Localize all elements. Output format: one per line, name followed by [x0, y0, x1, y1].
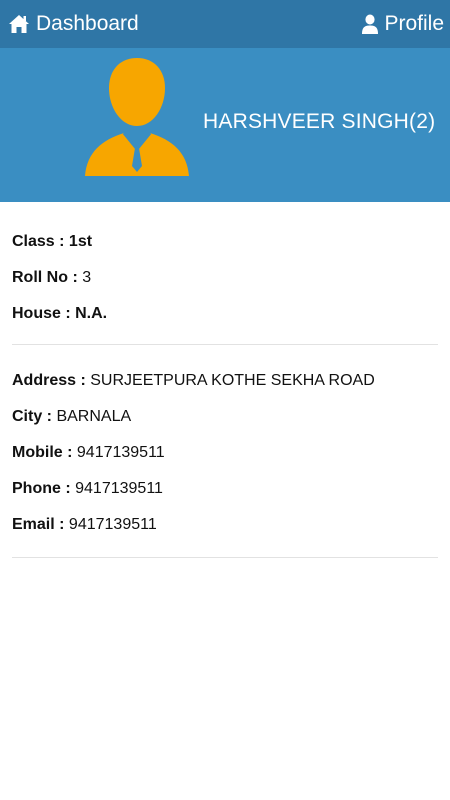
profile-header: HARSHVEER SINGH(2): [0, 48, 450, 202]
address-row: Address : SURJEETPURA KOTHE SEKHA ROAD: [12, 363, 438, 399]
city-row: City : BARNALA: [12, 399, 438, 435]
home-icon: [8, 14, 30, 34]
student-name: HARSHVEER SINGH(2): [203, 110, 436, 133]
phone-value: 9417139511: [75, 480, 163, 497]
house-row: House : N.A.: [12, 296, 438, 332]
class-value: 1st: [68, 233, 93, 250]
profile-button[interactable]: Profile: [362, 12, 444, 36]
dashboard-button[interactable]: Dashboard: [8, 12, 139, 36]
top-navbar: Dashboard Profile: [0, 0, 450, 48]
email-value: 9417139511: [68, 516, 157, 533]
city-label: City :: [12, 408, 52, 425]
house-label: House :: [12, 305, 71, 322]
profile-label: Profile: [384, 12, 444, 35]
phone-row: Phone : 9417139511: [12, 471, 438, 507]
class-row: Class : 1st: [12, 224, 438, 260]
user-icon: [362, 14, 379, 34]
roll-label: Roll No :: [12, 269, 78, 286]
contact-info: Address : SURJEETPURA KOTHE SEKHA ROAD C…: [0, 345, 450, 557]
dashboard-label: Dashboard: [36, 12, 139, 35]
roll-value: 3: [82, 269, 92, 286]
academic-info: Class : 1st Roll No : 3 House : N.A.: [0, 202, 450, 344]
mobile-value: 9417139511: [76, 444, 165, 461]
phone-label: Phone :: [12, 480, 71, 497]
roll-row: Roll No : 3: [12, 260, 438, 296]
divider: [12, 557, 438, 558]
house-value: N.A.: [75, 305, 108, 322]
email-label: Email :: [12, 516, 65, 533]
address-label: Address :: [12, 372, 86, 389]
address-value: SURJEETPURA KOTHE SEKHA ROAD: [90, 372, 375, 389]
user-avatar-icon: [84, 56, 190, 185]
mobile-row: Mobile : 9417139511: [12, 435, 438, 471]
mobile-label: Mobile :: [12, 444, 73, 461]
class-label: Class :: [12, 233, 65, 250]
email-row: Email : 9417139511: [12, 507, 438, 543]
city-value: BARNALA: [56, 408, 132, 425]
